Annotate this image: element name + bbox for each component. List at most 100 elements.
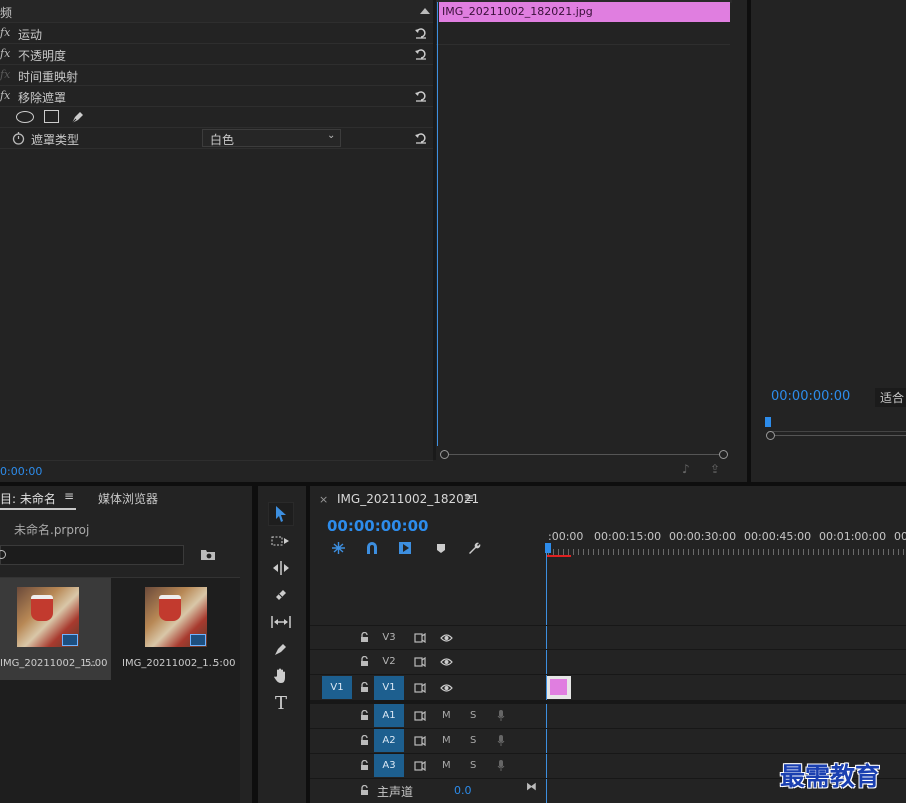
- selection-tool-button[interactable]: [268, 502, 294, 526]
- go-to-end-icon[interactable]: ⧓: [526, 780, 537, 793]
- matte-type-row: 遮罩类型 白色 ⌄: [0, 128, 433, 149]
- tab-media-browser[interactable]: 媒体浏览器: [98, 490, 158, 507]
- pen-tool-button[interactable]: [268, 637, 294, 661]
- effect-label: 运动: [18, 28, 43, 42]
- stopwatch-icon[interactable]: [12, 131, 25, 145]
- sync-lock-icon[interactable]: [414, 683, 426, 693]
- fx-icon[interactable]: fx: [0, 47, 10, 60]
- matte-type-dropdown[interactable]: 白色 ⌄: [202, 129, 341, 147]
- effect-label: 移除遮罩: [18, 91, 67, 105]
- effect-clip-bar[interactable]: IMG_20211002_182021.jpg: [439, 2, 730, 22]
- fx-icon: fx: [0, 68, 11, 81]
- linked-selection-icon[interactable]: [398, 541, 414, 555]
- eye-icon[interactable]: [440, 633, 453, 643]
- nest-sequence-icon[interactable]: [331, 541, 346, 555]
- sync-lock-icon[interactable]: [414, 657, 426, 667]
- effect-playhead[interactable]: [437, 2, 438, 446]
- effect-row-motion[interactable]: fx 运动: [0, 23, 433, 44]
- timeline-timecode[interactable]: 00:00:00:00: [327, 517, 429, 535]
- search-input[interactable]: [0, 545, 184, 565]
- close-tab-button[interactable]: ×: [319, 493, 328, 506]
- eye-icon[interactable]: [440, 683, 453, 693]
- sequence-tab[interactable]: IMG_20211002_182021: [337, 492, 479, 506]
- microphone-icon[interactable]: [497, 709, 505, 722]
- project-item[interactable]: IMG_20211002_1... 5:00: [116, 578, 240, 680]
- lock-icon[interactable]: [360, 735, 369, 746]
- track-label[interactable]: A3: [374, 754, 404, 777]
- sequence-menu-icon[interactable]: ≡: [464, 491, 474, 505]
- matte-type-value: 白色: [210, 133, 235, 147]
- source-patch-v1[interactable]: V1: [322, 676, 352, 699]
- hand-tool-button[interactable]: [268, 664, 294, 688]
- lock-icon[interactable]: [360, 632, 369, 643]
- solo-button[interactable]: S: [470, 760, 476, 771]
- track-label[interactable]: A1: [374, 704, 404, 727]
- tab-menu-icon[interactable]: ≡: [64, 489, 74, 503]
- eye-icon[interactable]: [440, 657, 453, 667]
- mute-button[interactable]: M: [442, 710, 451, 721]
- sync-lock-icon[interactable]: [414, 711, 426, 721]
- sync-lock-icon[interactable]: [414, 633, 426, 643]
- lock-icon[interactable]: [360, 785, 369, 796]
- timeline-clip[interactable]: [547, 676, 571, 699]
- project-item-duration: 5:00: [85, 658, 108, 669]
- tab-project[interactable]: 目: 未命名: [0, 490, 56, 507]
- lock-icon[interactable]: [360, 760, 369, 771]
- solo-button[interactable]: S: [470, 735, 476, 746]
- audio-icon[interactable]: ♪: [682, 462, 690, 476]
- microphone-icon[interactable]: [497, 759, 505, 772]
- wrench-icon[interactable]: [467, 541, 481, 555]
- sync-lock-icon[interactable]: [414, 761, 426, 771]
- watermark: 最需教育: [780, 762, 881, 791]
- reset-icon[interactable]: [414, 131, 428, 145]
- effect-row-time-remap[interactable]: fx 时间重映射: [0, 65, 433, 86]
- add-marker-icon[interactable]: [436, 543, 446, 554]
- track-label[interactable]: A2: [374, 729, 404, 752]
- effect-bottom-bar: 0:00:00: [0, 460, 433, 482]
- master-volume-value[interactable]: 0.0: [454, 784, 472, 797]
- work-area-bar[interactable]: [547, 555, 571, 557]
- solo-button[interactable]: S: [470, 710, 476, 721]
- track-label[interactable]: V2: [374, 650, 404, 673]
- scroll-up-arrow-icon[interactable]: [420, 8, 430, 14]
- sync-lock-icon[interactable]: [414, 736, 426, 746]
- effect-row-opacity[interactable]: fx 不透明度: [0, 44, 433, 65]
- project-item-selected[interactable]: IMG_20211002_1... 5:00: [0, 578, 111, 680]
- new-bin-icon[interactable]: [200, 547, 216, 561]
- effect-timecode[interactable]: 0:00:00: [0, 465, 42, 478]
- ruler-label: 00:00:15:00: [594, 530, 662, 543]
- effect-zoom-scrollbar[interactable]: [440, 449, 728, 459]
- fx-icon[interactable]: fx: [0, 26, 10, 39]
- lock-icon[interactable]: [360, 682, 369, 693]
- microphone-icon[interactable]: [497, 734, 505, 747]
- reset-icon[interactable]: [414, 26, 428, 40]
- effect-row-remove-matte[interactable]: fx 移除遮罩: [0, 86, 433, 107]
- fx-icon[interactable]: fx: [0, 89, 10, 102]
- export-icon[interactable]: ⇪: [710, 462, 720, 476]
- pen-mask-icon[interactable]: [70, 109, 86, 125]
- image-badge-icon: [62, 634, 78, 646]
- program-timecode[interactable]: 00:00:00:00: [771, 389, 850, 404]
- reset-icon[interactable]: [414, 47, 428, 61]
- ellipse-mask-icon[interactable]: [16, 111, 34, 123]
- mute-button[interactable]: M: [442, 760, 451, 771]
- ruler-label: 00:01:00:00: [819, 530, 887, 543]
- lock-icon[interactable]: [360, 710, 369, 721]
- snap-magnet-icon[interactable]: [365, 541, 379, 555]
- type-tool-button[interactable]: T: [268, 691, 294, 715]
- razor-tool-button[interactable]: [268, 583, 294, 607]
- track-label[interactable]: V3: [374, 626, 404, 649]
- project-file-name: 未命名.prproj: [14, 523, 90, 537]
- track-label[interactable]: V1: [374, 676, 404, 700]
- fit-dropdown[interactable]: 适合: [875, 388, 906, 407]
- slip-tool-button[interactable]: [268, 610, 294, 634]
- project-item-name: IMG_20211002_1...: [0, 658, 97, 669]
- ripple-edit-tool-button[interactable]: [268, 556, 294, 580]
- rectangle-mask-icon[interactable]: [44, 110, 59, 123]
- track-select-tool-button[interactable]: [268, 529, 294, 553]
- search-icon: [0, 550, 6, 559]
- mute-button[interactable]: M: [442, 735, 451, 746]
- program-zoom-scrollbar[interactable]: [766, 431, 906, 441]
- reset-icon[interactable]: [414, 89, 428, 103]
- lock-icon[interactable]: [360, 656, 369, 667]
